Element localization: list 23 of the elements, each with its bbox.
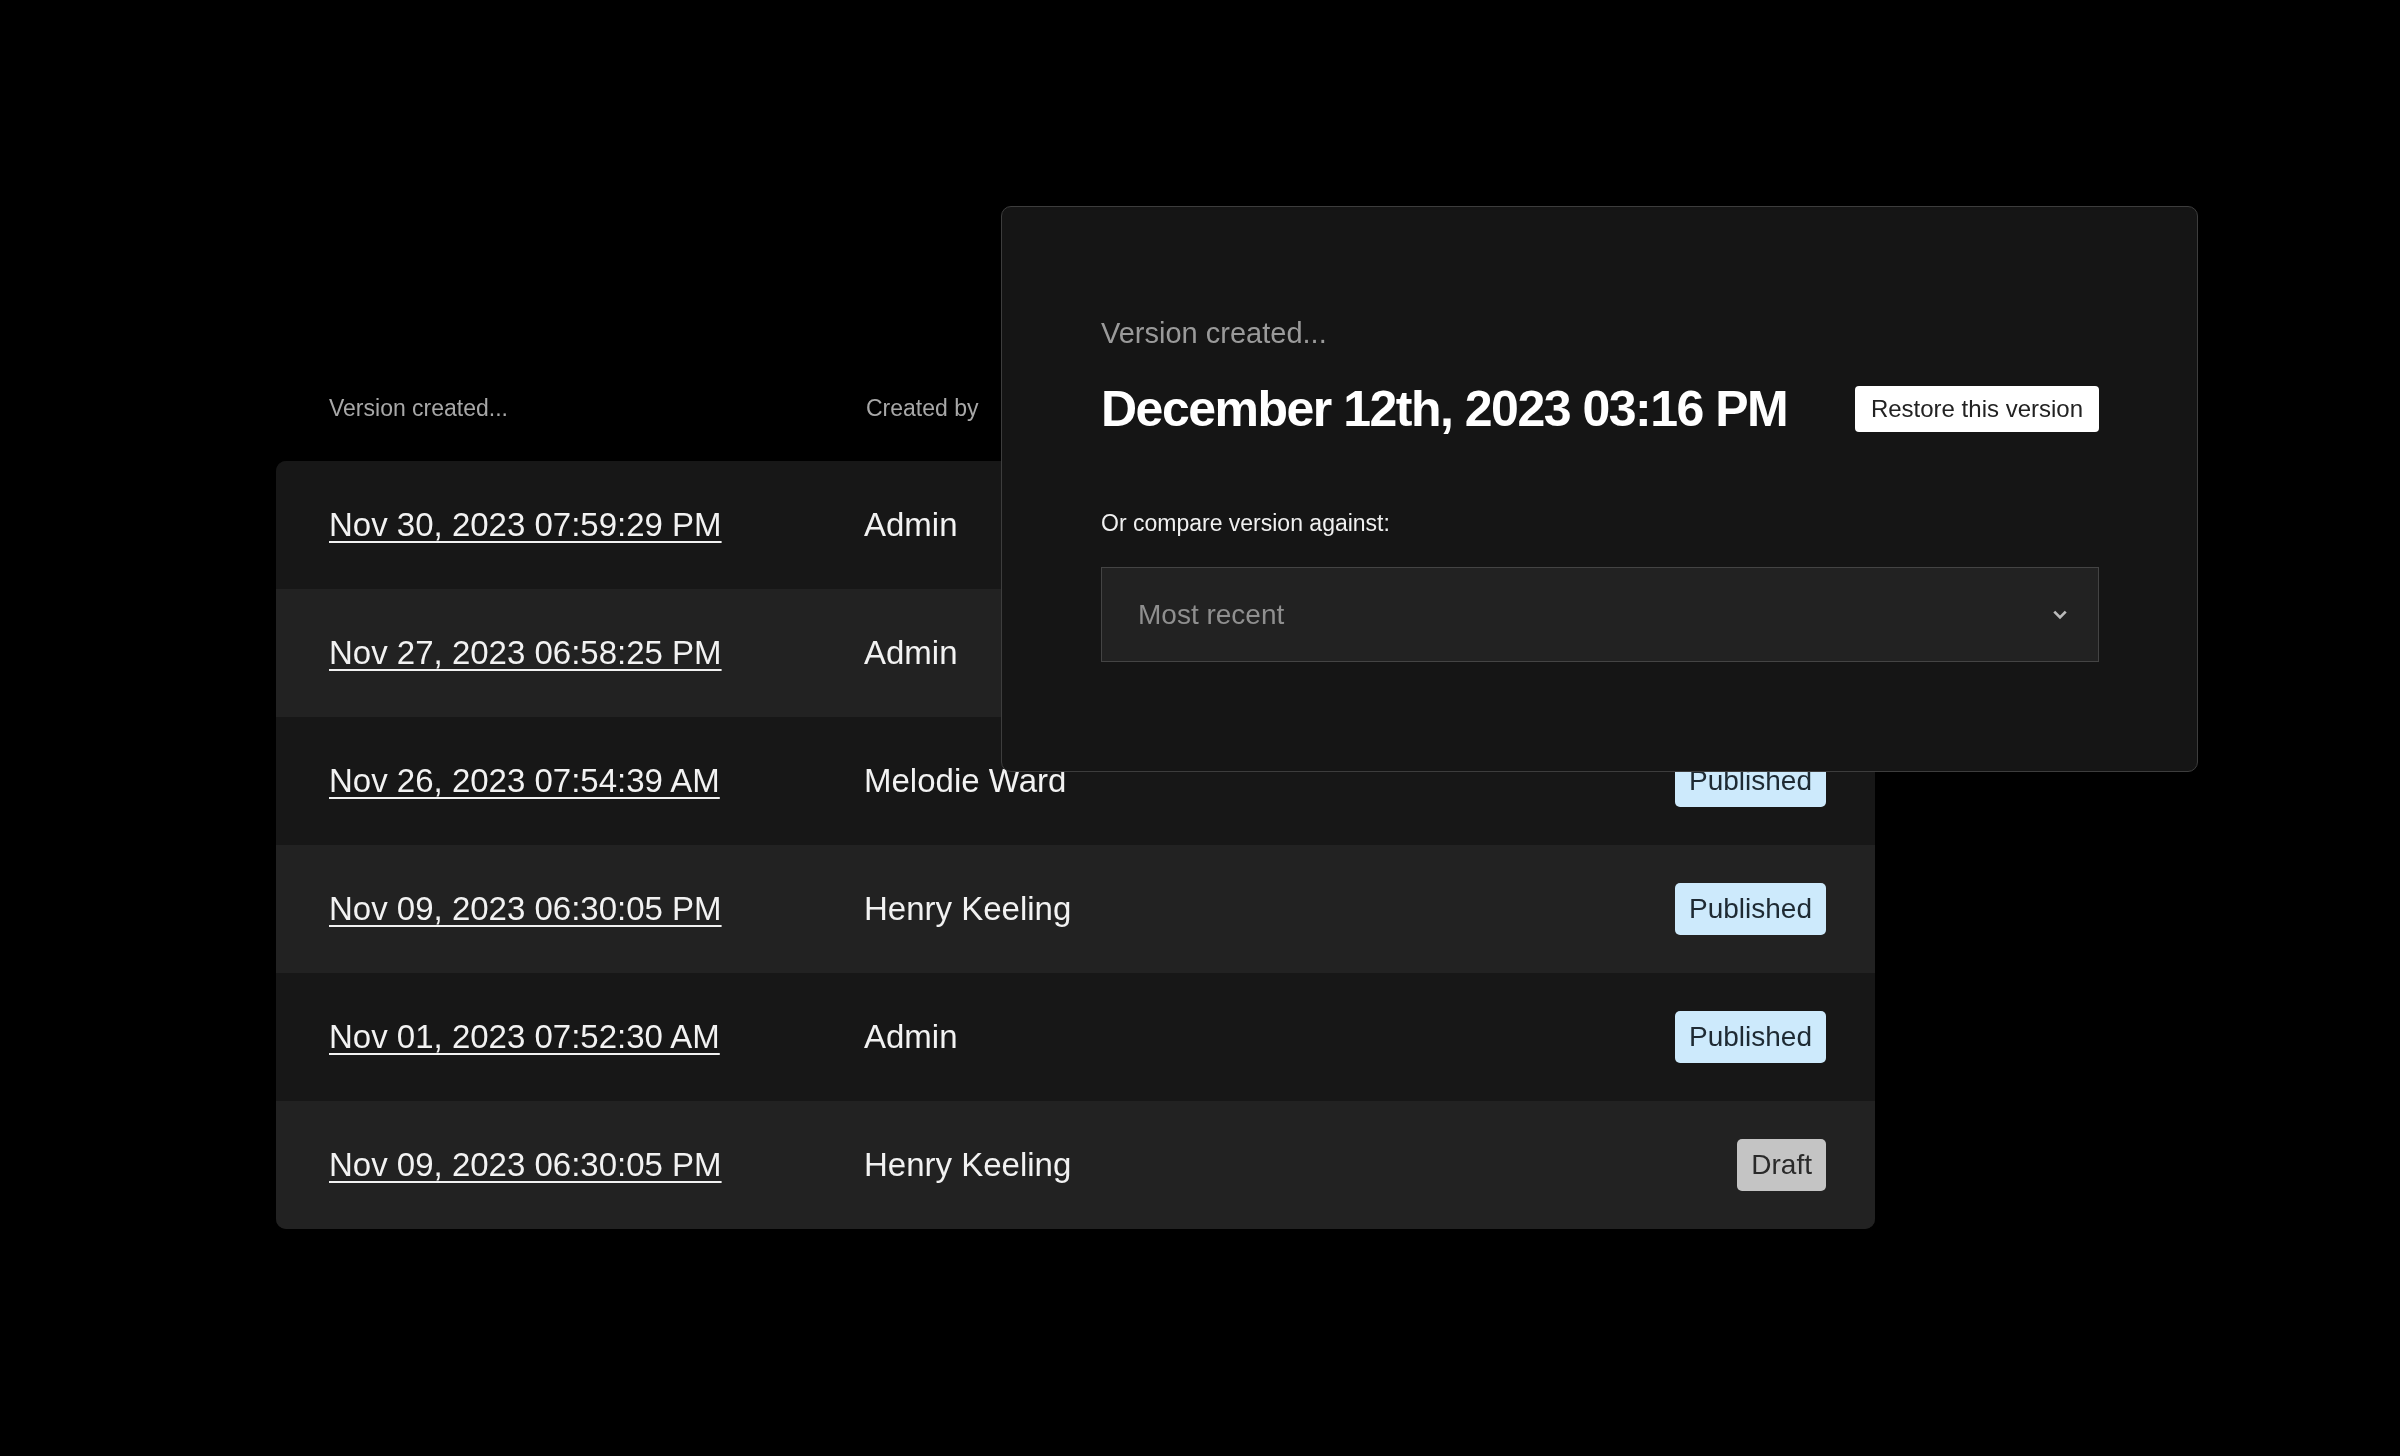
compare-dropdown[interactable]: Most recent (1101, 567, 2099, 662)
table-cell: Melodie Ward (864, 762, 1067, 799)
field-label: Or compare version against: (1101, 510, 1391, 537)
status-badge: Draft (1737, 1139, 1826, 1191)
table-cell: Admin (864, 506, 958, 543)
column-header: Version created... (329, 394, 509, 422)
table-cell: Henry Keeling (864, 890, 1072, 927)
column-header: Created by (866, 394, 979, 422)
version-link[interactable]: Nov 26, 2023 07:54:39 AM (329, 762, 720, 799)
chevron-down-icon (2052, 609, 2068, 620)
status-badge: Published (1675, 1011, 1826, 1063)
table-cell: Admin (864, 634, 958, 671)
status-badge: Published (1675, 883, 1826, 935)
dialog-subtitle: Version created... (1101, 317, 1328, 350)
version-link[interactable]: Nov 27, 2023 06:58:25 PM (329, 634, 722, 671)
version-link[interactable]: Nov 01, 2023 07:52:30 AM (329, 1018, 720, 1055)
table-cell: Henry Keeling (864, 1146, 1072, 1183)
version-link[interactable]: Nov 09, 2023 06:30:05 PM (329, 1146, 722, 1183)
restore-button[interactable]: Restore this version (1854, 386, 2099, 432)
version-link[interactable]: Nov 09, 2023 06:30:05 PM (329, 890, 722, 927)
version-link[interactable]: Nov 30, 2023 07:59:29 PM (329, 506, 722, 543)
dialog-title: December 12th, 2023 03:16 PM (1101, 380, 1788, 438)
table-cell: Admin (864, 1018, 958, 1055)
